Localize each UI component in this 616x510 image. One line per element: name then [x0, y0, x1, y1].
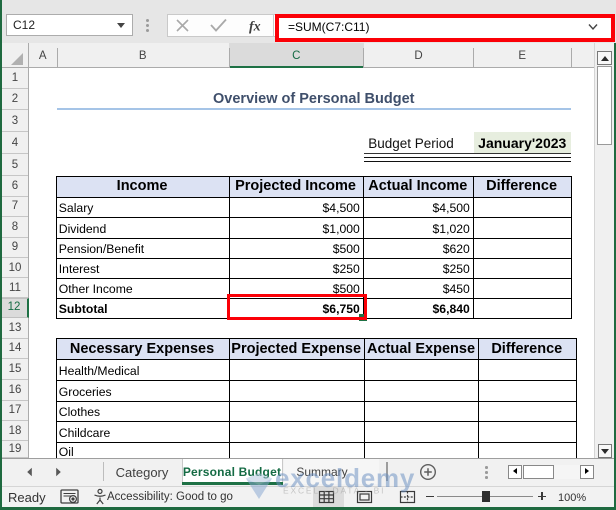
svg-text:fx: fx: [249, 20, 261, 35]
